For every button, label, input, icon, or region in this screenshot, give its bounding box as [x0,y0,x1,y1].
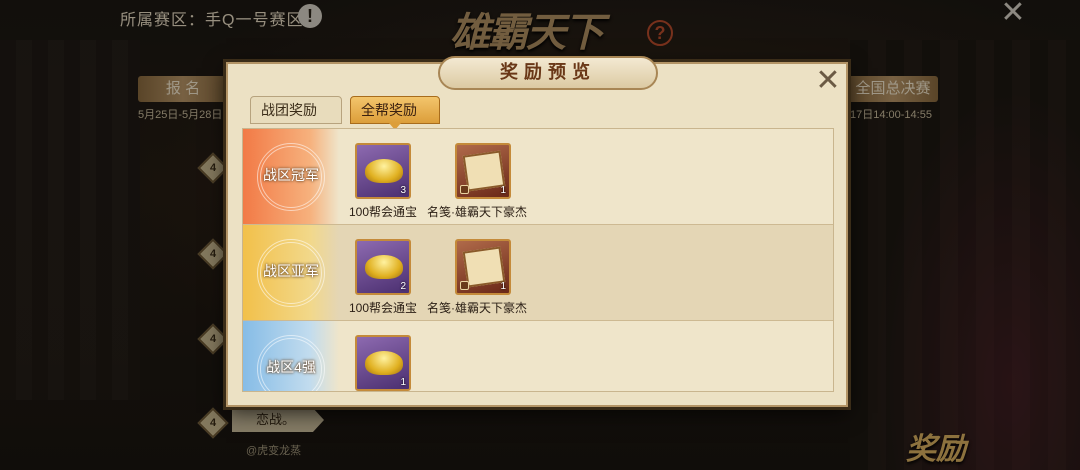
item-count: 3 [400,185,406,196]
reward-item-card[interactable]: 2 [355,239,411,295]
reward-row-champion: 战区冠军 3 100帮会通宝 1 名笺·雄霸天下豪杰 [243,129,833,225]
reward-row-runner-up: 战区亚军 2 100帮会通宝 1 名笺·雄霸天下豪杰 [243,225,833,321]
rank-label: 战区4强 [266,359,316,375]
item-name: 100帮会通宝 [349,205,418,219]
lock-icon [460,281,469,290]
lock-icon [460,185,469,194]
reward-item-card[interactable]: 3 [355,143,411,199]
dialog-title: 奖励预览 [438,56,658,90]
item-count: 2 [400,281,406,292]
item-count: 1 [400,377,406,388]
gold-ingot-icon [365,159,403,183]
scroll-icon [462,150,506,192]
item-name: 100帮会通宝 [349,301,418,315]
item-count: 1 [500,281,506,292]
reward-list: 战区冠军 3 100帮会通宝 1 名笺·雄霸天下豪杰 战区亚军 2 100帮会通… [242,128,834,392]
reward-item-card[interactable]: 1 [355,335,411,391]
item-count: 1 [500,185,506,196]
rank-label: 战区冠军 [263,167,319,183]
dialog-close-icon[interactable]: ✕ [814,66,842,96]
item-name: 名笺·雄霸天下豪杰 [427,301,527,315]
item-name: 名笺·雄霸天下豪杰 [427,205,527,219]
gold-ingot-icon [365,255,403,279]
reward-item-card[interactable]: 1 [455,239,511,295]
dialog-title-banner: 奖励预览 [438,56,658,92]
reward-item-card[interactable]: 1 [455,143,511,199]
reward-preview-dialog: 奖励预览 ✕ 战团奖励 全帮奖励 战区冠军 3 100帮会通宝 1 名笺·雄霸天… [226,56,848,407]
reward-row-top4: 战区4强 1 [243,321,833,391]
gold-ingot-icon [365,351,403,375]
tab-guild-reward[interactable]: 全帮奖励 [350,96,440,130]
scroll-icon [462,246,506,288]
rank-label: 战区亚军 [263,263,319,279]
tab-team-reward[interactable]: 战团奖励 [250,96,342,124]
